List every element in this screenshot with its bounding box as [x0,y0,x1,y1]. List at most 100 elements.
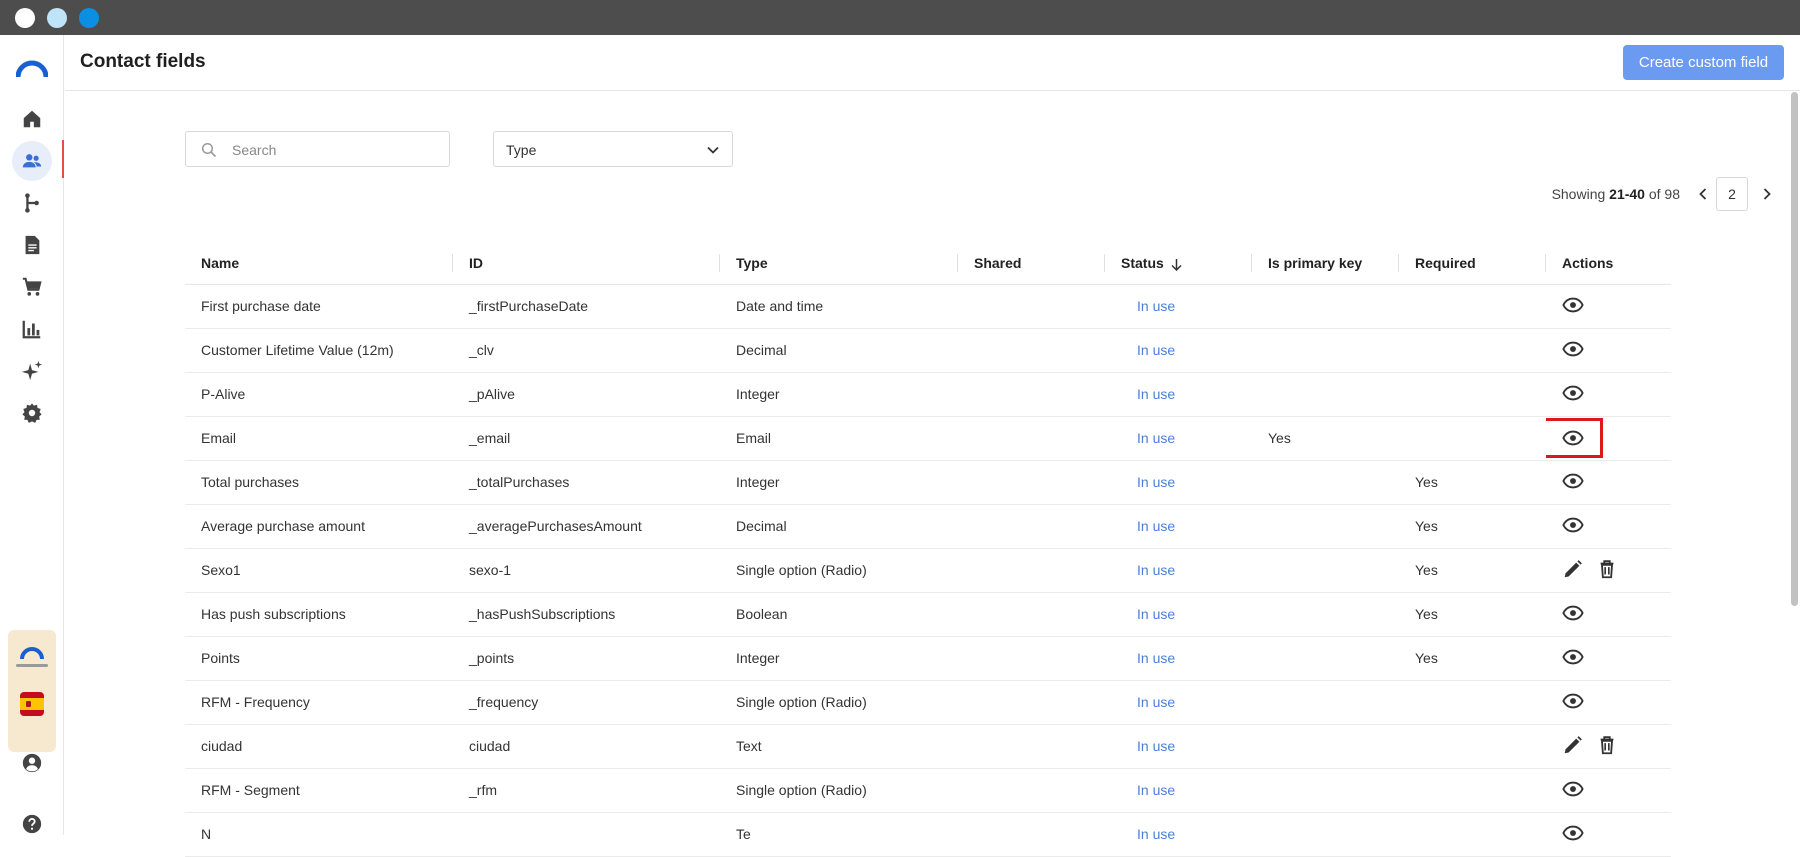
status-link[interactable]: In use [1105,680,1252,725]
minimize-window-button[interactable] [47,8,67,28]
sidebar-item-analytics[interactable] [12,309,52,349]
cell-shared [958,460,1105,505]
chevron-left-icon[interactable] [1695,186,1711,202]
status-link[interactable]: In use [1105,592,1252,637]
status-link[interactable]: In use [1105,636,1252,681]
status-link[interactable]: In use [1105,504,1252,549]
table-row[interactable]: RFM - Segment _rfm Single option (Radio) In… [185,768,1671,813]
type-filter-select[interactable]: Type [493,131,733,167]
view-field-button[interactable] [1562,822,1584,844]
cell-id: _points [453,636,720,681]
table-row[interactable]: Sexo1 sexo-1 Single option (Radio) In use Ye… [185,548,1671,593]
view-field-button[interactable] [1562,294,1584,316]
window-titlebar [0,0,1800,35]
column-header-status[interactable]: Status [1105,242,1252,285]
search-box[interactable] [185,131,450,167]
sidebar-item-help[interactable] [12,804,52,844]
cell-required [1399,768,1546,813]
status-link[interactable]: In use [1105,724,1252,769]
table-row[interactable]: Average purchase amount _averagePurchases… [185,504,1671,549]
column-header-name[interactable]: Name [185,242,453,285]
spain-flag-icon[interactable] [20,692,44,716]
promo-card[interactable] [8,630,56,752]
view-field-button[interactable] [1562,602,1584,624]
table-row[interactable]: Total purchases _totalPurchases Integer In … [185,460,1671,505]
status-link[interactable]: In use [1105,328,1252,373]
sidebar-item-home[interactable] [12,99,52,139]
cell-required [1399,416,1546,461]
edit-field-button[interactable] [1562,558,1584,580]
view-field-button[interactable] [1562,470,1584,492]
table-row[interactable]: N Te In use [185,812,1671,857]
cell-shared [958,372,1105,417]
cell-id: _frequency [453,680,720,725]
sidebar-item-contacts[interactable] [12,141,52,181]
delete-field-button[interactable] [1596,558,1618,580]
status-link[interactable]: In use [1105,460,1252,505]
column-header-actions: Actions [1546,242,1671,285]
close-window-button[interactable] [15,8,35,28]
cell-name: Has push subscriptions [185,592,453,637]
sidebar-item-settings[interactable] [12,393,52,433]
column-header-required[interactable]: Required [1399,242,1546,285]
account-icon [22,753,42,773]
create-custom-field-button[interactable]: Create custom field [1623,45,1784,80]
sidebar-item-ecommerce[interactable] [12,267,52,307]
cell-type: Integer [720,460,958,505]
view-field-button[interactable] [1546,418,1603,458]
cell-name: Customer Lifetime Value (12m) [185,328,453,373]
table-row[interactable]: Points _points Integer In use Yes [185,636,1671,681]
eye-icon [1562,430,1584,446]
table-row[interactable]: Email _email Email In use Yes [185,416,1671,461]
maximize-window-button[interactable] [79,8,99,28]
table-row[interactable]: RFM - Frequency _frequency Single option (… [185,680,1671,725]
sidebar-item-account[interactable] [12,743,52,783]
page-scrollbar[interactable] [1791,92,1798,606]
table-row[interactable]: P-Alive _pAlive Integer In use [185,372,1671,417]
cell-actions [1546,636,1671,681]
column-header-is-primary-key[interactable]: Is primary key [1252,242,1399,285]
column-header-shared[interactable]: Shared [958,242,1105,285]
view-field-button[interactable] [1562,690,1584,712]
arrow-down-icon [1171,258,1182,271]
view-field-button[interactable] [1562,778,1584,800]
status-link[interactable]: In use [1105,284,1252,329]
cell-actions [1546,284,1671,329]
current-page[interactable]: 2 [1716,177,1748,211]
column-header-id[interactable]: ID [453,242,720,285]
main-content: Type Showing 21-40 of 98 2 Name ID Type … [65,92,1783,857]
cell-name: RFM - Segment [185,768,453,813]
cell-shared [958,680,1105,725]
status-link[interactable]: In use [1105,768,1252,813]
delete-field-button[interactable] [1596,734,1618,756]
sidebar-item-flows[interactable] [12,183,52,223]
eye-icon [1562,825,1584,840]
cell-id: ciudad [453,724,720,769]
table-row[interactable]: ciudad ciudad Text In use [185,724,1671,769]
chevron-right-icon[interactable] [1759,186,1775,202]
view-field-button[interactable] [1562,382,1584,404]
status-link[interactable]: In use [1105,372,1252,417]
status-link[interactable]: In use [1105,548,1252,593]
cell-id: _pAlive [453,372,720,417]
app-logo-icon[interactable] [16,55,48,79]
cell-id: _hasPushSubscriptions [453,592,720,637]
view-field-button[interactable] [1562,646,1584,668]
view-field-button[interactable] [1562,338,1584,360]
edit-field-button[interactable] [1562,734,1584,756]
sidebar-item-ai[interactable] [12,351,52,391]
status-link[interactable]: In use [1105,416,1252,461]
status-link[interactable]: In use [1105,812,1252,857]
table-row[interactable]: First purchase date _firstPurchaseDate Dat… [185,284,1671,329]
trash-icon [1600,735,1614,754]
column-header-type[interactable]: Type [720,242,958,285]
cell-actions [1546,460,1671,505]
table-row[interactable]: Has push subscriptions _hasPushSubscripti… [185,592,1671,637]
cell-id [453,812,720,857]
flow-icon [25,193,39,213]
sidebar-item-templates[interactable] [12,225,52,265]
search-input[interactable] [232,140,432,160]
view-field-button[interactable] [1562,514,1584,536]
table-row[interactable]: Customer Lifetime Value (12m) _clv Decimal… [185,328,1671,373]
cell-name: RFM - Frequency [185,680,453,725]
